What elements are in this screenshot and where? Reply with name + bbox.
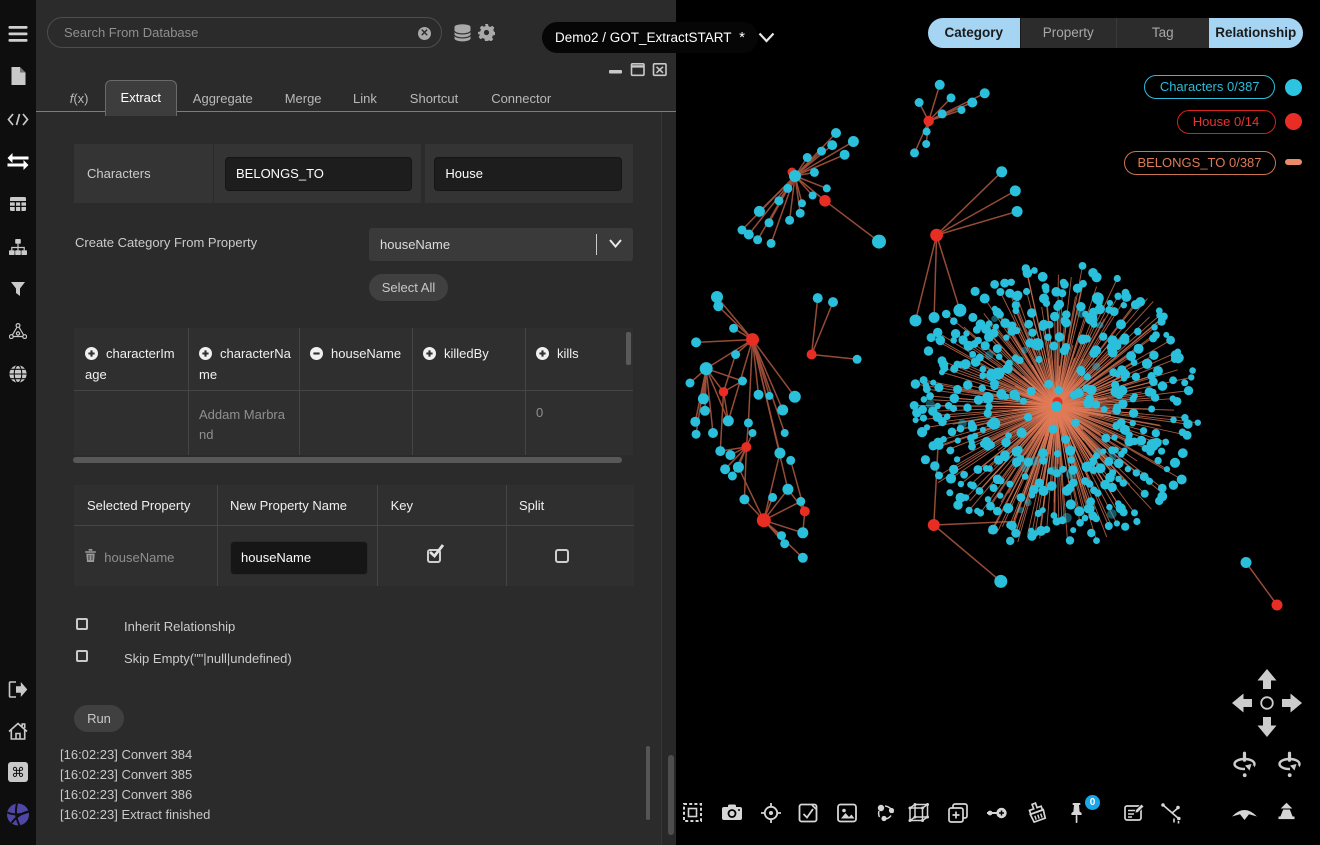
svg-text:⌘: ⌘ bbox=[11, 765, 25, 780]
